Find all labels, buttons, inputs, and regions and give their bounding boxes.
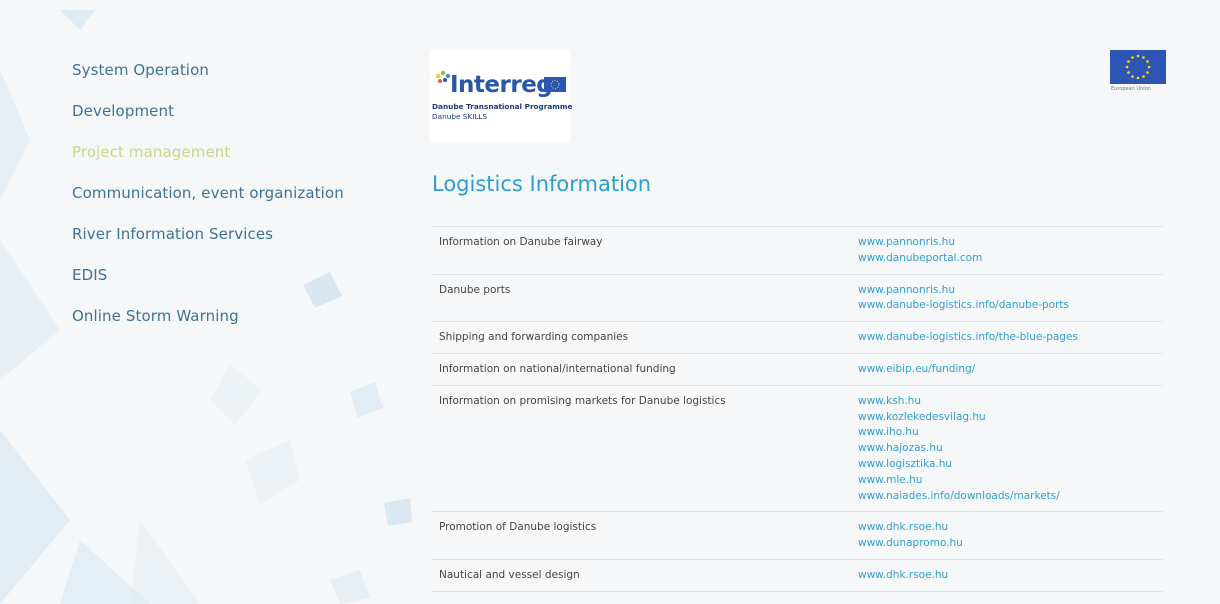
- row-topic: Danube ports: [431, 273, 850, 322]
- link-hajozas[interactable]: www.hajozas.hu: [858, 441, 1163, 457]
- row-topic: Nautical and vessel design: [431, 558, 850, 592]
- table-row: Information on Danube fairway www.pannon…: [431, 226, 1163, 275]
- link-mle[interactable]: www.mle.hu: [858, 473, 1163, 489]
- table-row: Shipping and forwarding companies www.da…: [431, 321, 1163, 354]
- eu-flag-logo: European Union: [1109, 50, 1169, 92]
- link-logisztika[interactable]: www.logisztika.hu: [858, 457, 1163, 473]
- link-dhk-rsoe[interactable]: www.dhk.rsoe.hu: [858, 568, 1163, 584]
- row-topic: Information on Danube fairway: [431, 226, 850, 275]
- nav-item-edis[interactable]: EDIS: [72, 265, 344, 306]
- row-links: www.dhk.rsoe.hu: [850, 558, 1163, 592]
- logo-programme-text: Danube Transnational Programme: [432, 102, 573, 111]
- link-ksh[interactable]: www.ksh.hu: [858, 394, 1163, 410]
- row-topic: Information on promising markets for Dan…: [431, 384, 850, 512]
- nav-item-system-operation[interactable]: System Operation: [72, 60, 344, 101]
- row-links: www.dhk.rsoe.hu www.dunapromo.hu: [850, 511, 1163, 560]
- table-row: Information on national/international fu…: [431, 352, 1163, 386]
- link-danubeportal[interactable]: www.danubeportal.com: [858, 251, 1163, 267]
- row-links: www.pannonris.hu www.danubeportal.com: [850, 226, 1163, 275]
- link-pannonris[interactable]: www.pannonris.hu: [858, 235, 1163, 251]
- logistics-info-table: Information on Danube fairway www.pannon…: [431, 226, 1163, 592]
- row-topic: Information on national/international fu…: [431, 352, 850, 386]
- nav-item-river-information-services[interactable]: River Information Services: [72, 224, 344, 265]
- link-dhk-rsoe[interactable]: www.dhk.rsoe.hu: [858, 520, 1163, 536]
- table-row: Danube ports www.pannonris.hu www.danube…: [431, 273, 1163, 322]
- link-naiades-markets[interactable]: www.naiades.info/downloads/markets/: [858, 489, 1163, 505]
- row-topic: Promotion of Danube logistics: [431, 511, 850, 560]
- eu-flag-caption: European Union: [1111, 86, 1151, 92]
- link-blue-pages[interactable]: www.danube-logistics.info/the-blue-pages: [858, 330, 1163, 346]
- logo-brand-text: Interreg: [450, 72, 553, 98]
- row-links: www.danube-logistics.info/the-blue-pages: [850, 321, 1163, 354]
- nav-item-project-management[interactable]: Project management: [72, 142, 344, 183]
- link-eibip-funding[interactable]: www.eibip.eu/funding/: [858, 362, 1163, 378]
- logo-project-text: Danube SKILLS: [432, 112, 488, 121]
- eu-stars-icon: [1125, 54, 1151, 80]
- link-kozlekedesvilag[interactable]: www.kozlekedesvilag.hu: [858, 410, 1163, 426]
- table-row: Promotion of Danube logistics www.dhk.rs…: [431, 511, 1163, 560]
- nav-item-development[interactable]: Development: [72, 101, 344, 142]
- link-danube-ports[interactable]: www.danube-logistics.info/danube-ports: [858, 298, 1163, 314]
- nav-item-communication-event-organization[interactable]: Communication, event organization: [72, 183, 344, 224]
- nav-item-online-storm-warning[interactable]: Online Storm Warning: [72, 306, 344, 347]
- link-iho[interactable]: www.iho.hu: [858, 425, 1163, 441]
- row-links: www.ksh.hu www.kozlekedesvilag.hu www.ih…: [850, 384, 1163, 512]
- link-pannonris[interactable]: www.pannonris.hu: [858, 283, 1163, 299]
- row-links: www.pannonris.hu www.danube-logistics.in…: [850, 273, 1163, 322]
- interreg-logo: Interreg Danube Transnational Programme …: [430, 50, 573, 142]
- table-row: Information on promising markets for Dan…: [431, 384, 1163, 512]
- table-row: Nautical and vessel design www.dhk.rsoe.…: [431, 558, 1163, 592]
- page-title: Logistics Information: [432, 172, 652, 196]
- row-topic: Shipping and forwarding companies: [431, 321, 850, 354]
- eu-flag-icon: [1110, 50, 1166, 84]
- sidebar-nav: System Operation Development Project man…: [72, 60, 344, 347]
- link-dunapromo[interactable]: www.dunapromo.hu: [858, 536, 1163, 552]
- row-links: www.eibip.eu/funding/: [850, 352, 1163, 386]
- eu-mini-flag-icon: [544, 77, 566, 92]
